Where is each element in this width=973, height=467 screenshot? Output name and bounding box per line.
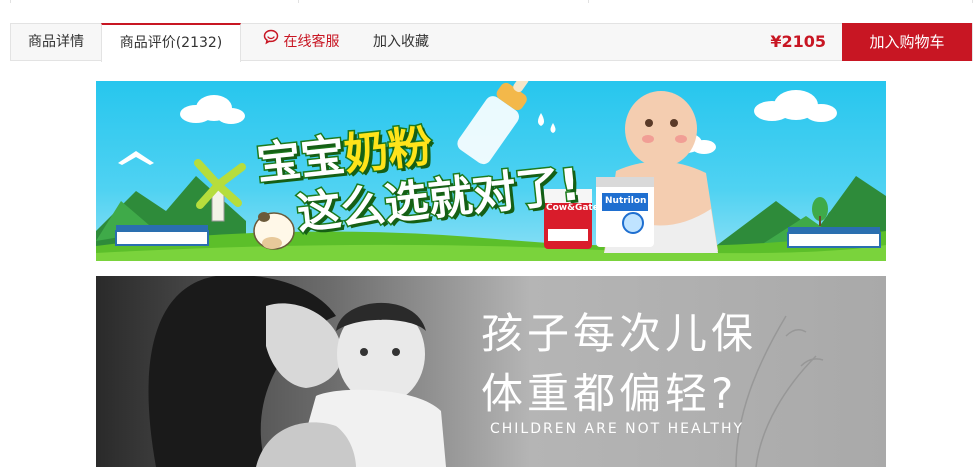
product-price: ¥2105 [770,32,826,51]
can1-label: Cow&Gate [546,203,599,213]
tab-product-details[interactable]: 商品详情 [11,23,101,61]
online-service-link[interactable]: 在线客服 [251,23,351,61]
add-to-favorites-link[interactable]: 加入收藏 [361,23,441,61]
mother-child-banner: 孩子每次儿保 体重都偏轻? CHILDREN ARE NOT HEALTHY [96,276,886,467]
online-service-label: 在线客服 [283,34,340,50]
banner2-subtitle: CHILDREN ARE NOT HEALTHY [490,421,745,437]
banner2-headline-line1: 孩子每次儿保 [481,309,758,358]
top-strip [10,0,973,3]
chat-bubble-icon [263,22,279,60]
baby-formula-banner: 宝宝奶粉 这么选就对了! Cow&Gate Nutrilon [96,81,886,261]
add-to-cart-button[interactable]: 加入购物车 [842,23,972,61]
product-tab-bar: 商品详情 商品评价(2132) 在线客服 加入收藏 ¥2105 加入购物车 [10,23,973,62]
tab-product-reviews[interactable]: 商品评价(2132) [101,23,241,62]
can2-label: Nutrilon [605,196,647,206]
banner2-headline-line2: 体重都偏轻? [481,369,738,418]
